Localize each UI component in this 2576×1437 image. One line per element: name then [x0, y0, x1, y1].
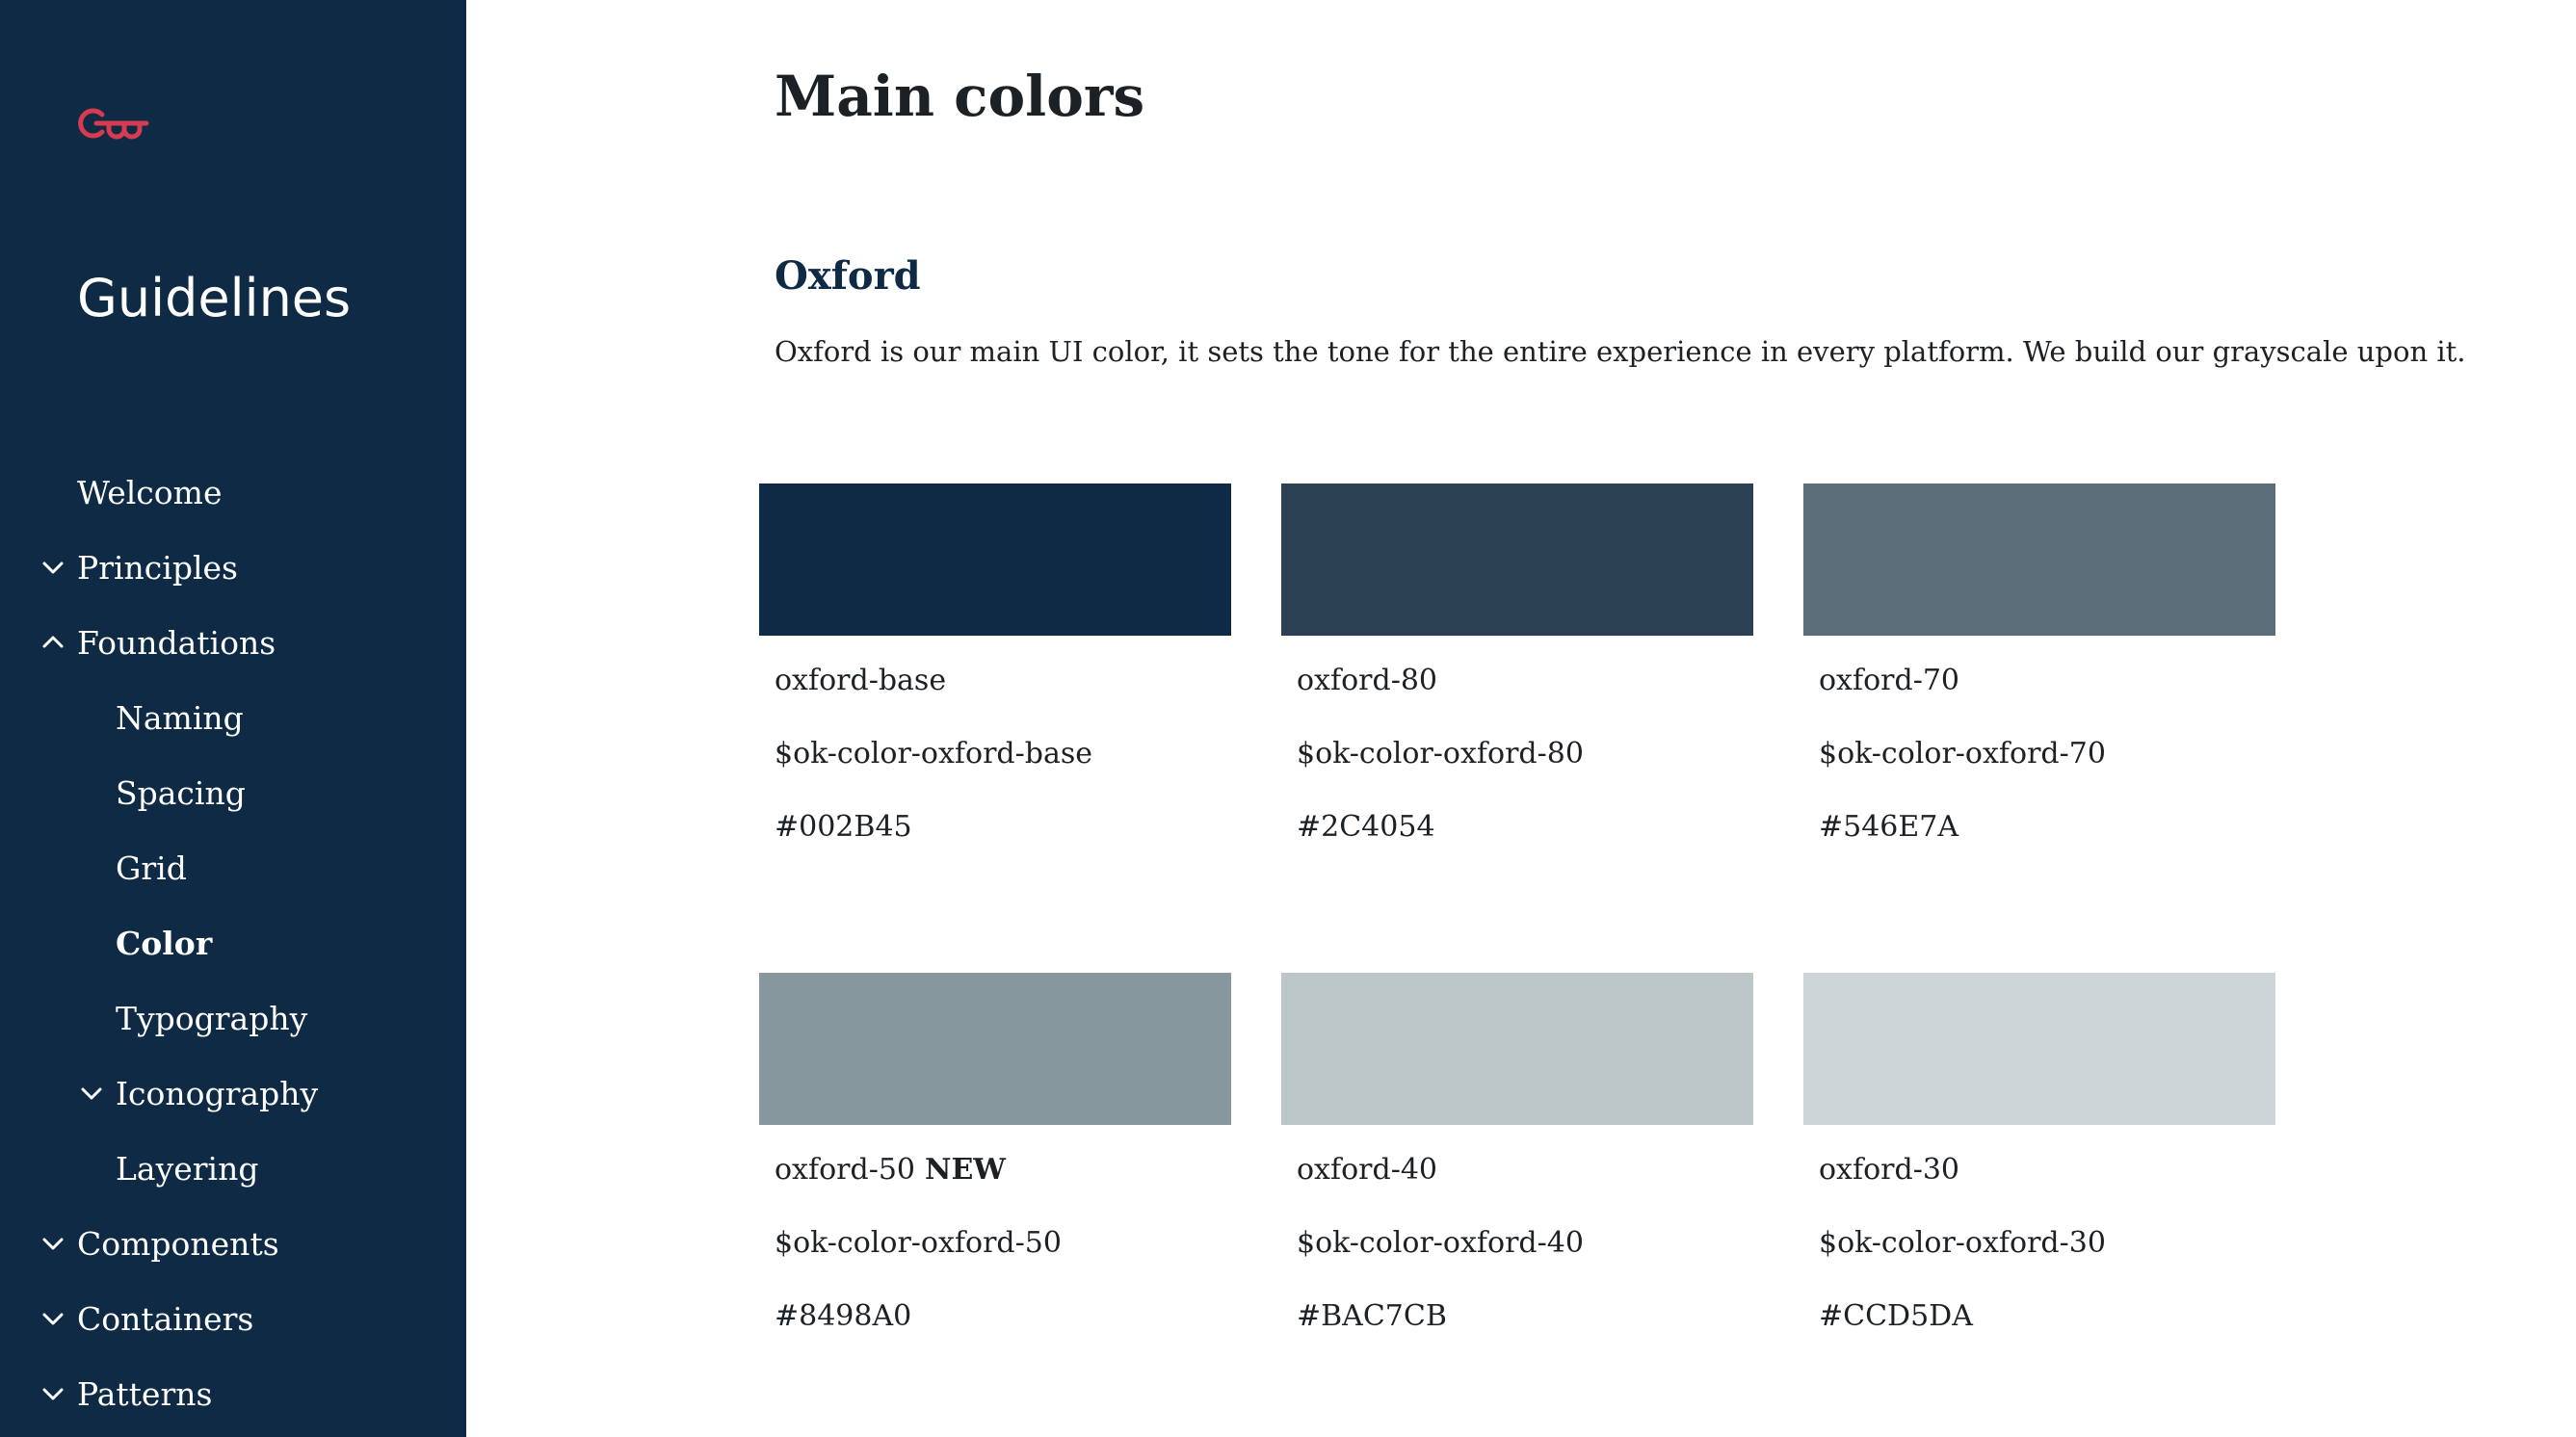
swatch-name-row: oxford-50 NEW: [775, 1152, 1231, 1189]
sidebar-item-welcome[interactable]: Welcome: [0, 455, 466, 530]
sidebar-item-label: Layering: [116, 1149, 259, 1188]
sidebar-item-label: Color: [116, 924, 213, 962]
page-title: Main colors: [775, 64, 1145, 129]
brand-logo-icon[interactable]: [77, 106, 150, 141]
chevron-up-icon[interactable]: [40, 630, 66, 655]
swatch-token: $ok-color-oxford-50: [775, 1226, 1062, 1260]
swatch-color-chip[interactable]: [1803, 973, 2275, 1125]
sidebar-item-naming[interactable]: Naming: [0, 680, 466, 755]
swatch-hex: #002B45: [775, 810, 912, 844]
sidebar-item-label: Welcome: [77, 473, 223, 511]
sidebar-item-label: Patterns: [77, 1374, 213, 1413]
sidebar-item-color[interactable]: Color: [0, 905, 466, 980]
sidebar-item-spacing[interactable]: Spacing: [0, 755, 466, 830]
sidebar-item-components[interactable]: Components: [0, 1206, 466, 1281]
sidebar-item-label: Principles: [77, 548, 238, 587]
sidebar-item-label: Foundations: [77, 623, 276, 662]
chevron-down-icon[interactable]: [40, 1306, 66, 1331]
swatch-token: $ok-color-oxford-base: [775, 737, 1092, 771]
color-swatch-oxford-30: oxford-30 $ok-color-oxford-30 #CCD5DA: [1803, 973, 2275, 1372]
brand-logo-svg: [78, 108, 149, 140]
sidebar-item-label: Typography: [116, 999, 308, 1037]
color-swatch-oxford-base: oxford-base $ok-color-oxford-base #002B45: [759, 483, 1231, 882]
swatch-hex: #BAC7CB: [1297, 1299, 1447, 1333]
swatch-name: oxford-80: [1297, 664, 1438, 697]
swatch-name: oxford-70: [1819, 664, 1960, 697]
swatch-name: oxford-40: [1297, 1153, 1438, 1187]
swatch-details: oxford-50 NEW $ok-color-oxford-50 #8498A0: [759, 1125, 1231, 1335]
swatch-color-chip[interactable]: [759, 483, 1231, 636]
sidebar-item-label: Components: [77, 1224, 279, 1263]
sidebar-item-label: Naming: [116, 698, 244, 737]
swatch-hex: #CCD5DA: [1819, 1299, 1973, 1333]
sidebar-item-label: Spacing: [116, 773, 246, 812]
swatch-name-row: oxford-80: [1297, 663, 1753, 699]
swatch-name: oxford-50: [775, 1153, 916, 1187]
sidebar-item-layering[interactable]: Layering: [0, 1131, 466, 1206]
swatch-details: oxford-70 $ok-color-oxford-70 #546E7A: [1803, 636, 2275, 846]
swatch-name-row: oxford-70: [1819, 663, 2275, 699]
swatch-token: $ok-color-oxford-30: [1819, 1226, 2106, 1260]
sidebar-item-label: Iconography: [116, 1074, 319, 1112]
swatch-token: $ok-color-oxford-40: [1297, 1226, 1584, 1260]
sidebar-item-iconography[interactable]: Iconography: [0, 1056, 466, 1131]
swatch-name: oxford-base: [775, 664, 947, 697]
sidebar-item-patterns[interactable]: Patterns: [0, 1356, 466, 1431]
section-title: Oxford: [775, 253, 921, 299]
sidebar-brand-title: Guidelines: [77, 268, 352, 328]
main-content: Main colors Oxford Oxford is our main UI…: [466, 0, 2576, 1437]
swatch-hex: #546E7A: [1819, 810, 1959, 844]
chevron-down-icon[interactable]: [40, 555, 66, 580]
sidebar: Guidelines Welcome Principles Foundations N…: [0, 0, 466, 1437]
color-swatch-oxford-70: oxford-70 $ok-color-oxford-70 #546E7A: [1803, 483, 2275, 882]
swatch-name-row: oxford-base: [775, 663, 1231, 699]
color-swatch-oxford-50: oxford-50 NEW $ok-color-oxford-50 #8498A0: [759, 973, 1231, 1372]
swatch-color-chip[interactable]: [1803, 483, 2275, 636]
sidebar-item-grid[interactable]: Grid: [0, 830, 466, 905]
swatch-hex: #2C4054: [1297, 810, 1435, 844]
swatch-color-chip[interactable]: [759, 973, 1231, 1125]
swatch-token: $ok-color-oxford-70: [1819, 737, 2106, 771]
swatch-name: oxford-30: [1819, 1153, 1960, 1187]
swatch-details: oxford-base $ok-color-oxford-base #002B45: [759, 636, 1231, 846]
swatch-token: $ok-color-oxford-80: [1297, 737, 1584, 771]
swatch-details: oxford-30 $ok-color-oxford-30 #CCD5DA: [1803, 1125, 2275, 1335]
sidebar-item-principles[interactable]: Principles: [0, 530, 466, 605]
color-swatch-oxford-40: oxford-40 $ok-color-oxford-40 #BAC7CB: [1281, 973, 1753, 1372]
sidebar-item-label: Containers: [77, 1299, 254, 1338]
swatch-name-row: oxford-30: [1819, 1152, 2275, 1189]
swatch-details: oxford-80 $ok-color-oxford-80 #2C4054: [1281, 636, 1753, 846]
section-description: Oxford is our main UI color, it sets the…: [775, 335, 2466, 368]
swatch-hex: #8498A0: [775, 1299, 912, 1333]
swatch-color-chip[interactable]: [1281, 973, 1753, 1125]
swatch-details: oxford-40 $ok-color-oxford-40 #BAC7CB: [1281, 1125, 1753, 1335]
sidebar-item-foundations[interactable]: Foundations: [0, 605, 466, 680]
chevron-down-icon[interactable]: [79, 1081, 104, 1106]
color-swatch-oxford-80: oxford-80 $ok-color-oxford-80 #2C4054: [1281, 483, 1753, 882]
swatch-name-row: oxford-40: [1297, 1152, 1753, 1189]
swatch-color-chip[interactable]: [1281, 483, 1753, 636]
new-badge: NEW: [925, 1153, 1006, 1187]
sidebar-item-typography[interactable]: Typography: [0, 980, 466, 1056]
chevron-down-icon[interactable]: [40, 1381, 66, 1406]
sidebar-item-label: Grid: [116, 849, 187, 887]
sidebar-item-containers[interactable]: Containers: [0, 1281, 466, 1356]
chevron-down-icon[interactable]: [40, 1231, 66, 1256]
sidebar-nav: Welcome Principles Foundations Naming Spacin…: [0, 455, 466, 1431]
